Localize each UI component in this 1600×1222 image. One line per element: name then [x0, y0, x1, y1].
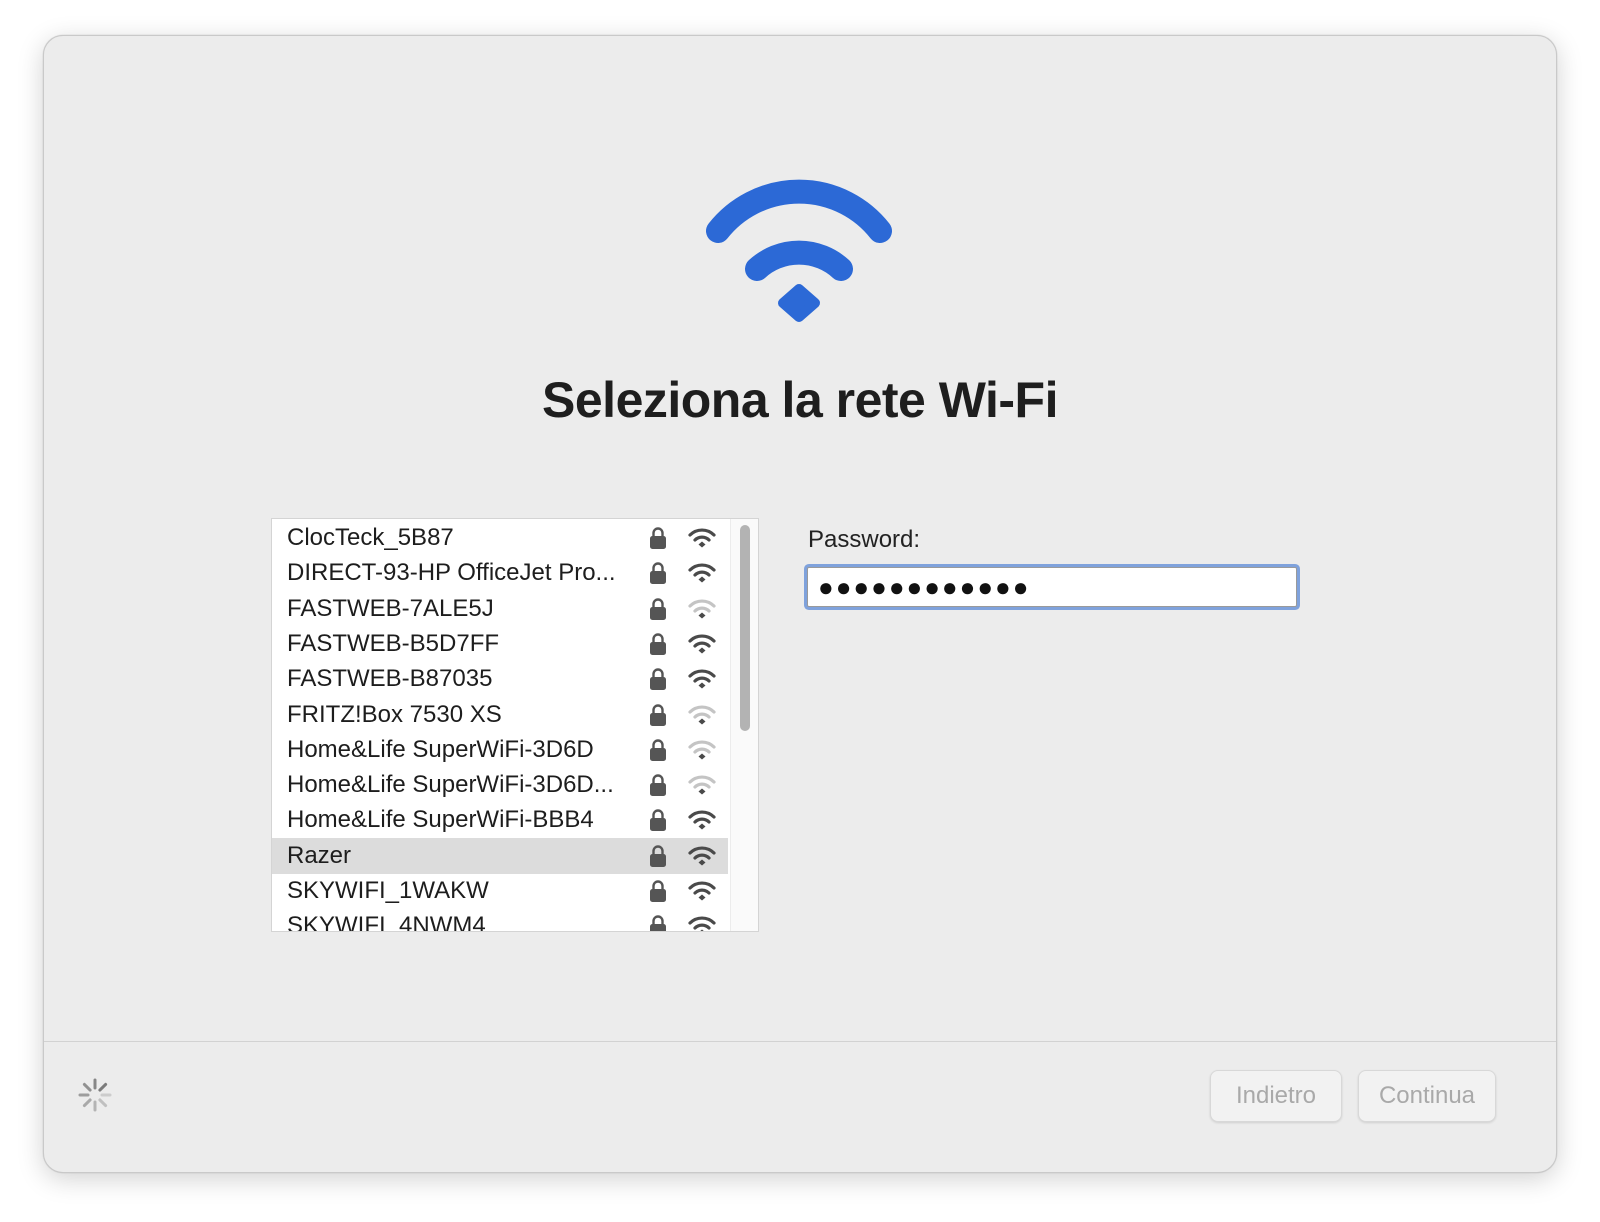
wifi-signal-icon [688, 881, 716, 901]
network-name: FRITZ!Box 7530 XS [287, 700, 502, 728]
lock-icon [650, 527, 666, 549]
network-item[interactable]: Home&Life SuperWiFi-BBB4 [272, 802, 728, 838]
lock-icon [650, 703, 666, 726]
network-name: SKYWIFI_1WAKW [287, 877, 489, 904]
continue-button[interactable]: Continua [1358, 1070, 1496, 1122]
password-label: Password: [808, 526, 921, 553]
list-scrollbar[interactable] [730, 519, 758, 931]
network-item[interactable]: FASTWEB-7ALE5J [272, 591, 728, 627]
wifi-signal-icon [688, 563, 716, 583]
setup-window: Seleziona la rete Wi-Fi ClocTeck_5B87 DIR… [43, 35, 1557, 1173]
network-item[interactable]: SKYWIFI_1WAKW [272, 873, 728, 909]
network-item[interactable]: Razer [272, 837, 728, 874]
wifi-signal-icon [688, 916, 716, 931]
wifi-signal-icon [688, 669, 716, 689]
wifi-signal-icon [688, 704, 716, 724]
network-name: ClocTeck_5B87 [287, 524, 454, 551]
network-item[interactable]: Home&Life SuperWiFi-3D6D [272, 732, 728, 768]
lock-icon [650, 809, 666, 832]
network-item[interactable]: DIRECT-93-HP OfficeJet Pro... [272, 555, 728, 591]
wifi-signal-icon [688, 634, 716, 654]
network-item[interactable]: SKYWIFI_4NWM4 [272, 908, 728, 932]
network-item[interactable]: ClocTeck_5B87 [272, 520, 728, 556]
wifi-signal-icon [688, 599, 716, 619]
lock-icon [650, 739, 666, 761]
lock-icon [650, 845, 666, 867]
network-name: SKYWIFI_4NWM4 [287, 912, 486, 932]
network-name: FASTWEB-7ALE5J [287, 594, 494, 622]
network-name: FASTWEB-B87035 [287, 665, 493, 693]
scrollbar-thumb[interactable] [740, 525, 750, 731]
network-item[interactable]: FASTWEB-B5D7FF [272, 626, 728, 662]
network-list[interactable]: ClocTeck_5B87 DIRECT-93-HP OfficeJet Pro.… [271, 518, 759, 932]
network-name: Home&Life SuperWiFi-3D6D [287, 735, 594, 763]
wifi-signal-icon [688, 810, 716, 830]
footer-divider [44, 1041, 1556, 1042]
network-name: FASTWEB-B5D7FF [287, 629, 500, 657]
lock-icon [650, 774, 666, 797]
lock-icon [650, 562, 666, 585]
loading-spinner-icon [78, 1078, 112, 1112]
network-name: Home&Life SuperWiFi-3D6D... [287, 771, 614, 799]
lock-icon [650, 668, 666, 691]
wifi-signal-icon [688, 846, 716, 866]
network-name: DIRECT-93-HP OfficeJet Pro... [287, 559, 616, 587]
back-button[interactable]: Indietro [1210, 1070, 1342, 1122]
wifi-icon [706, 179, 892, 322]
page-title: Seleziona la rete Wi-Fi [542, 372, 1058, 428]
network-item[interactable]: FRITZ!Box 7530 XS [272, 697, 728, 733]
wifi-signal-icon [688, 775, 716, 795]
lock-icon [650, 880, 666, 902]
network-name: Razer [287, 841, 352, 869]
lock-icon [650, 597, 666, 620]
network-item[interactable]: Home&Life SuperWiFi-3D6D... [272, 767, 728, 803]
wifi-signal-icon [688, 740, 716, 760]
lock-icon [650, 633, 666, 655]
password-input[interactable]: ●●●●●●●●●●●● [807, 567, 1297, 607]
wifi-signal-icon [688, 528, 716, 548]
network-name: Home&Life SuperWiFi-BBB4 [287, 806, 594, 834]
lock-icon [650, 915, 666, 931]
network-item[interactable]: FASTWEB-B87035 [272, 661, 728, 697]
